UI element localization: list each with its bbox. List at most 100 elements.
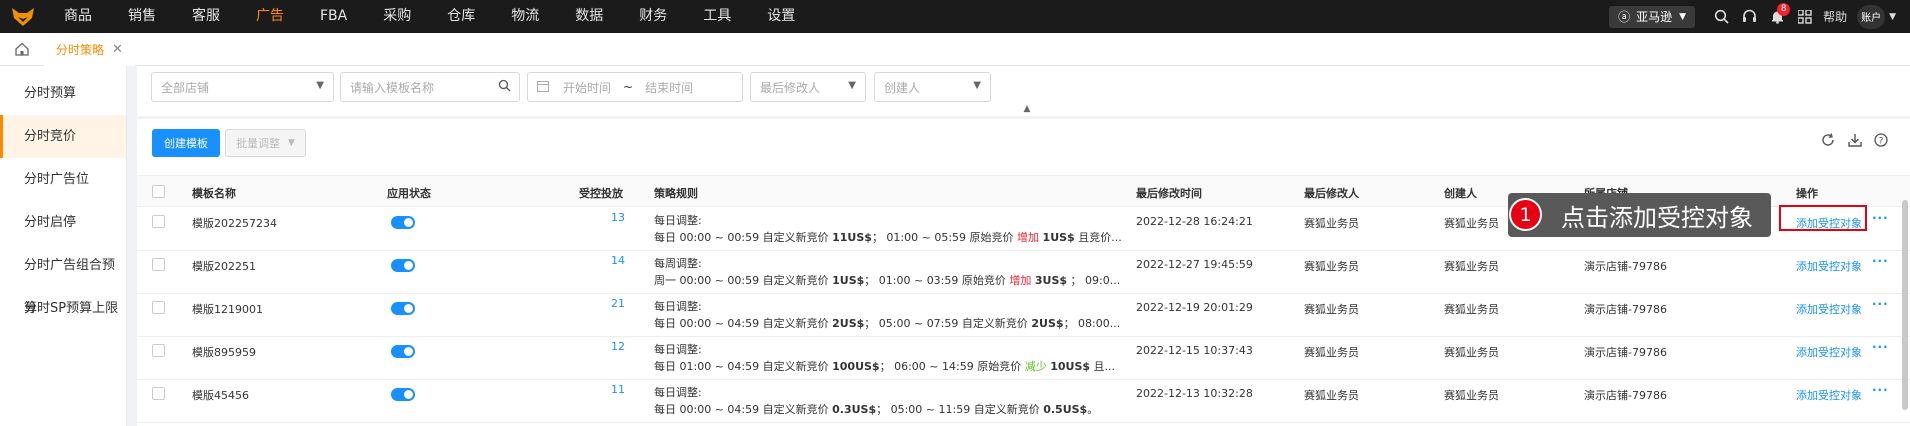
download-icon[interactable] [1848, 133, 1862, 151]
svg-text:?: ? [1879, 137, 1884, 147]
creator-select[interactable]: 创建人 ▼ [874, 72, 991, 102]
target-count-link[interactable]: 12 [611, 340, 625, 353]
date-range-picker[interactable]: 开始时间 ~ 结束时间 [527, 72, 743, 102]
rule-part: 10US$ [1050, 360, 1091, 373]
callout-text: 点击添加受控对象 [1561, 203, 1753, 232]
rule-part: 增加 [1017, 231, 1040, 244]
home-icon[interactable] [0, 33, 44, 66]
nav-item-logistics[interactable]: 物流 [493, 0, 557, 33]
batch-adjust-button[interactable]: 批量调整 ▼ [225, 129, 306, 157]
batch-adjust-label: 批量调整 [236, 137, 280, 150]
rule-detail: 每日 00:00 ~ 04:59 自定义新竞价 0.3US$； 05:00 ~ … [654, 401, 1098, 417]
add-controlled-object-link[interactable]: 添加受控对象 [1796, 344, 1862, 360]
sidebar-item-bidding[interactable]: 分时竞价 [0, 115, 126, 158]
row-checkbox[interactable] [152, 215, 165, 228]
nav-item-data[interactable]: 数据 [557, 0, 621, 33]
last-modifier-select[interactable]: 最后修改人 ▼ [750, 72, 866, 102]
row-checkbox[interactable] [152, 301, 165, 314]
chevron-down-icon: ▼ [973, 80, 981, 91]
help-link[interactable]: 帮助 [1823, 8, 1847, 25]
nav-item-fba[interactable]: FBA [302, 0, 365, 33]
status-toggle[interactable] [391, 388, 415, 401]
collapse-filter-toggle[interactable]: ▲ [999, 103, 1055, 116]
target-count-link[interactable]: 14 [611, 254, 625, 267]
modified-time: 2022-12-15 10:37:43 [1136, 344, 1253, 357]
select-all-checkbox[interactable] [152, 185, 165, 198]
rule-detail: 每日 00:00 ~ 04:59 自定义新竞价 2US$； 05:00 ~ 07… [654, 315, 1120, 331]
more-actions-icon[interactable]: ··· [1872, 211, 1889, 225]
store-select[interactable]: 全部店铺 ▼ [151, 72, 334, 102]
modified-time: 2022-12-28 16:24:21 [1136, 215, 1253, 228]
nav-item-tools[interactable]: 工具 [685, 0, 749, 33]
rule-part: ； 05:00 ~ 07:59 自定义新竞价 [864, 317, 1032, 330]
status-toggle[interactable] [391, 345, 415, 358]
add-controlled-object-link[interactable]: 添加受控对象 [1796, 301, 1862, 317]
sidebar-item-placement[interactable]: 分时广告位 [0, 158, 126, 201]
modified-time: 2022-12-19 20:01:29 [1136, 301, 1253, 314]
nav-item-service[interactable]: 客服 [174, 0, 238, 33]
platform-switcher[interactable]: ⓐ 亚马逊 ▼ [1609, 5, 1696, 28]
sidebar: 分时预算 分时竞价 分时广告位 分时启停 分时广告组合预算 分时SP预算上限 [0, 66, 127, 426]
apps-grid-icon[interactable] [1791, 0, 1819, 33]
account-chevron-icon[interactable]: ▼ [1889, 12, 1896, 22]
template-name: 模版895959 [192, 346, 256, 359]
nav-item-ads[interactable]: 广告 [238, 0, 302, 33]
more-actions-icon[interactable]: ··· [1872, 297, 1889, 311]
rule-part: 0.3US$ [832, 403, 877, 416]
close-icon[interactable]: ✕ [112, 42, 123, 57]
nav-item-settings[interactable]: 设置 [749, 0, 813, 33]
chevron-up-icon: ▲ [1023, 104, 1031, 114]
end-time-placeholder: 结束时间 [645, 80, 694, 95]
sidebar-item-budget[interactable]: 分时预算 [0, 72, 126, 115]
more-actions-icon[interactable]: ··· [1872, 383, 1889, 397]
status-toggle[interactable] [391, 259, 415, 272]
more-actions-icon[interactable]: ··· [1872, 254, 1889, 268]
search-icon[interactable] [498, 79, 511, 95]
headset-icon[interactable] [1735, 0, 1763, 33]
store-name: 演示店铺-79786 [1584, 303, 1667, 316]
target-count-link[interactable]: 13 [611, 211, 625, 224]
target-count-link[interactable]: 21 [611, 297, 625, 310]
bell-icon[interactable]: 8 [1763, 0, 1791, 33]
help-circle-icon[interactable]: ? [1874, 133, 1888, 151]
rule-title: 每周调整: [654, 257, 702, 270]
rule-part: 100US$ [832, 360, 880, 373]
nav-item-goods[interactable]: 商品 [46, 0, 110, 33]
status-toggle[interactable] [391, 216, 415, 229]
rule-part: ； 05:00 ~ 11:59 自定义新竞价 [876, 403, 1044, 416]
create-template-button[interactable]: 创建模板 [152, 129, 220, 157]
refresh-icon[interactable] [1821, 133, 1835, 151]
template-name: 模版202257234 [192, 217, 277, 230]
search-icon[interactable] [1707, 0, 1735, 33]
header-status: 应用状态 [387, 187, 431, 200]
avatar[interactable]: 账户 [1857, 4, 1886, 29]
more-actions-icon[interactable]: ··· [1872, 340, 1889, 354]
status-toggle[interactable] [391, 302, 415, 315]
nav-item-finance[interactable]: 财务 [621, 0, 685, 33]
row-checkbox[interactable] [152, 344, 165, 357]
step-number-badge: 1 [1509, 198, 1542, 231]
rule-part: 0.5US$ [1043, 403, 1088, 416]
add-controlled-object-link[interactable]: 添加受控对象 [1796, 387, 1862, 403]
nav-item-sales[interactable]: 销售 [110, 0, 174, 33]
template-name: 模版45456 [192, 389, 249, 402]
scrollbar[interactable] [1902, 200, 1908, 410]
add-controlled-object-link[interactable]: 添加受控对象 [1796, 258, 1862, 274]
rule-title: 每日调整: [654, 214, 702, 227]
nav-item-warehouse[interactable]: 仓库 [429, 0, 493, 33]
nav-item-purchase[interactable]: 采购 [365, 0, 429, 33]
row-checkbox[interactable] [152, 387, 165, 400]
sidebar-item-sp-budget-cap[interactable]: 分时SP预算上限 [0, 287, 126, 330]
row-checkbox[interactable] [152, 258, 165, 271]
rule-part: 每日 00:00 ~ 04:59 自定义新竞价 [654, 317, 833, 330]
tab-time-strategy[interactable]: 分时策略 ✕ [44, 32, 135, 66]
fox-logo-icon[interactable] [0, 0, 46, 33]
sidebar-item-portfolio-budget[interactable]: 分时广告组合预算 [0, 244, 126, 316]
sidebar-item-start-stop[interactable]: 分时启停 [0, 201, 126, 244]
template-name-input[interactable]: 请输入模板名称 [340, 72, 520, 102]
template-name: 模版202251 [192, 260, 256, 273]
rule-part: ； 06:00 ~ 14:59 原始竞价 [879, 360, 1025, 373]
creator: 赛狐业务员 [1444, 303, 1499, 316]
rule-title: 每日调整: [654, 300, 702, 313]
target-count-link[interactable]: 11 [611, 383, 625, 396]
